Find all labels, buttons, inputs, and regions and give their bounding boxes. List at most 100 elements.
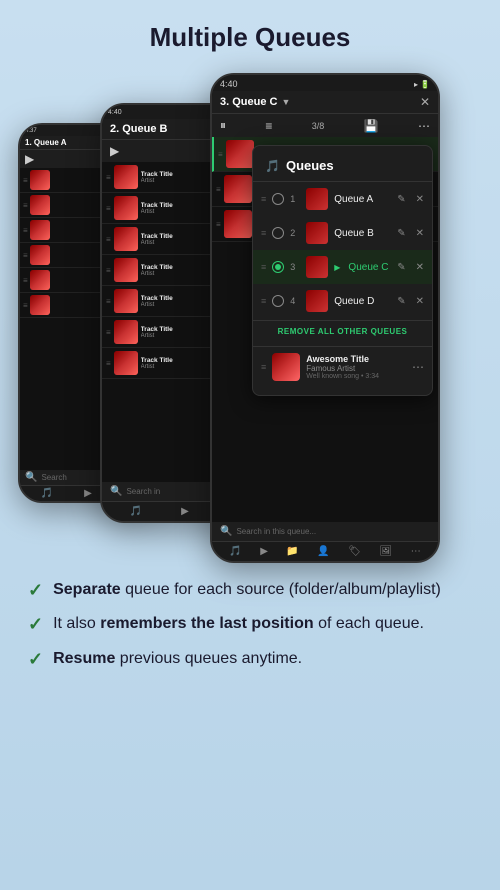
phone-2-queue-name: 2. Queue B [110, 123, 167, 135]
play-pause-icon: ▶ [25, 152, 34, 166]
edit-icon[interactable]: ✎ [397, 194, 405, 205]
queue-thumbnail [306, 188, 328, 210]
more-icon[interactable]: ⋯ [418, 119, 430, 133]
drag-icon: ≡ [106, 204, 111, 213]
phone-3-search-bar[interactable]: 🔍 Search in this queue... [212, 522, 438, 541]
drag-icon: ≡ [216, 185, 221, 194]
track-thumbnail [30, 295, 50, 315]
track-thumbnail [114, 289, 138, 313]
current-track-artist: Famous Artist [306, 364, 406, 373]
popup-current-track: ≡ Awesome Title Famous Artist Well known… [253, 346, 432, 387]
track-thumbnail [114, 258, 138, 282]
queue-thumbnail [306, 222, 328, 244]
queue-nav-icon[interactable]: 🎵 [229, 546, 241, 557]
queue-list-item-a[interactable]: ≡ 1 Queue A ✎ ✕ [253, 182, 432, 216]
battery-icon: 🔋 [420, 80, 430, 89]
play-nav-icon[interactable]: ▶ [181, 506, 189, 517]
more-nav-icon[interactable]: ⋯ [411, 546, 421, 557]
remove-icon[interactable]: ✕ [416, 228, 424, 239]
remove-all-button[interactable]: REMOVE ALL OTHER QUEUES [253, 320, 432, 342]
phones-container: 4:37 ▷ 1. Queue A ▶ ≡ ≡ ≡ [0, 63, 500, 563]
play-nav-icon[interactable]: ▶ [84, 488, 92, 499]
feature-text-1: Separate queue for each source (folder/a… [53, 579, 441, 601]
phone-3-queue-name: 3. Queue C ▼ [220, 96, 290, 108]
phone-2-time: 4:40 [108, 109, 122, 116]
image-nav-icon[interactable]: 🖼 [380, 546, 393, 557]
track-thumbnail [114, 351, 138, 375]
check-icon-2: ✓ [28, 614, 43, 635]
signal-icon: ▸ [414, 80, 418, 89]
popup-header: 🎵 Queues [253, 154, 432, 182]
drag-icon: ≡ [23, 226, 28, 235]
search-icon: 🔍 [220, 526, 232, 537]
drag-icon: ≡ [261, 296, 266, 306]
search-text: Search [41, 473, 66, 482]
track-thumbnail [114, 196, 138, 220]
edit-icon[interactable]: ✎ [397, 296, 405, 307]
edit-icon[interactable]: ✎ [397, 228, 405, 239]
queue-label-d: Queue D [334, 296, 391, 307]
track-thumbnail [30, 220, 50, 240]
edit-icon[interactable]: ✎ [397, 262, 405, 273]
phone-3-time: 4:40 [220, 79, 238, 89]
drag-icon: ≡ [261, 362, 266, 372]
track-thumbnail [224, 210, 252, 238]
current-track-duration: Well known song • 3:34 [306, 373, 406, 380]
current-track-title: Awesome Title [306, 354, 406, 364]
save-icon[interactable]: 💾 [364, 119, 379, 133]
phone-1-time: 4:37 [25, 128, 37, 134]
feature-text-3: Resume previous queues anytime. [53, 648, 302, 670]
drag-icon: ≡ [23, 176, 28, 185]
remove-icon[interactable]: ✕ [416, 262, 424, 273]
chevron-down-icon: ▼ [281, 97, 290, 107]
more-options-icon[interactable]: ⋯ [412, 360, 424, 374]
drag-icon: ≡ [106, 266, 111, 275]
phone-3-status-bar: 4:40 ▸ 🔋 [212, 75, 438, 91]
track-thumbnail [114, 165, 138, 189]
pause-icon[interactable]: ⏸ [220, 118, 226, 133]
page-title: Multiple Queues [0, 0, 500, 63]
person-nav-icon[interactable]: 👤 [317, 546, 329, 557]
track-thumbnail [30, 170, 50, 190]
tag-nav-icon[interactable]: 🏷 [348, 546, 361, 557]
close-icon[interactable]: ✕ [420, 95, 430, 109]
phone-3-bottom-nav: 🎵 ▶ 📁 👤 🏷 🖼 ⋯ [212, 541, 438, 561]
queue-nav-icon[interactable]: 🎵 [41, 488, 53, 499]
queue-radio-c[interactable] [272, 261, 284, 273]
phone-3-queue-header[interactable]: 3. Queue C ▼ ✕ [212, 91, 438, 114]
queue-list-item-b[interactable]: ≡ 2 Queue B ✎ ✕ [253, 216, 432, 250]
current-track-thumbnail [272, 353, 300, 381]
queue-label-a: Queue A [334, 194, 391, 205]
drag-icon: ≡ [261, 262, 266, 272]
track-thumbnail [30, 270, 50, 290]
feature-item-2: ✓ It also remembers the last position of… [28, 613, 472, 635]
queue-nav-icon[interactable]: 🎵 [130, 506, 142, 517]
phone-3-screen: 4:40 ▸ 🔋 3. Queue C ▼ ✕ ⏸ ≡ 3/8 💾 [212, 75, 438, 561]
remove-icon[interactable]: ✕ [416, 194, 424, 205]
play-nav-icon[interactable]: ▶ [260, 546, 268, 557]
queue-list-item-d[interactable]: ≡ 4 Queue D ✎ ✕ [253, 284, 432, 318]
drag-icon: ≡ [23, 276, 28, 285]
remove-icon[interactable]: ✕ [416, 296, 424, 307]
drag-icon: ≡ [106, 297, 111, 306]
track-thumbnail [224, 175, 252, 203]
track-thumbnail [114, 320, 138, 344]
queue-num: 3 [290, 262, 300, 272]
folder-nav-icon[interactable]: 📁 [286, 546, 298, 557]
queue-label-b: Queue B [334, 228, 391, 239]
current-track-info: Awesome Title Famous Artist Well known s… [306, 354, 406, 380]
queues-popup: 🎵 Queues ≡ 1 Queue A ✎ ✕ ≡ 2 [252, 145, 433, 396]
check-icon-1: ✓ [28, 580, 43, 601]
feature-item-1: ✓ Separate queue for each source (folder… [28, 579, 472, 601]
queue-radio-b[interactable] [272, 227, 284, 239]
sort-icon[interactable]: ≡ [265, 119, 272, 133]
queue-radio-d[interactable] [272, 295, 284, 307]
drag-icon: ≡ [106, 173, 111, 182]
queue-thumbnail [306, 290, 328, 312]
queue-radio-a[interactable] [272, 193, 284, 205]
drag-icon: ≡ [106, 328, 111, 337]
check-icon-3: ✓ [28, 649, 43, 670]
queue-list-item-c[interactable]: ≡ 3 ▶ Queue C ✎ ✕ [253, 250, 432, 284]
drag-icon: ≡ [216, 220, 221, 229]
play-pause-icon: ▶ [110, 144, 119, 158]
